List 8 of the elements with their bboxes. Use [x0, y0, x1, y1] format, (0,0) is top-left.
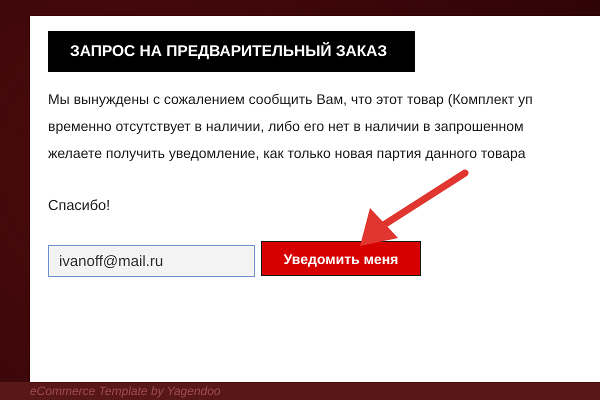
email-field[interactable]: ivanoff@mail.ru — [48, 245, 255, 277]
notify-button[interactable]: Уведомить меня — [261, 241, 421, 276]
footer-text: eCommerce Template by Yagendoo — [30, 384, 221, 398]
thanks-text: Спасибо! — [48, 198, 110, 214]
message-text: желаете получить уведомление, как только новая партия данного товара — [48, 144, 527, 163]
page-heading: ЗАПРОС НА ПРЕДВАРИТЕЛЬНЫЙ ЗАКАЗ — [48, 31, 415, 72]
message-text: Мы вынуждены с сожалением сообщить Вам, что этот товар (Комплект уп — [48, 90, 533, 109]
message-text: временно отсутствует в наличии, либо его нет в наличии в запрошенном — [48, 117, 525, 136]
